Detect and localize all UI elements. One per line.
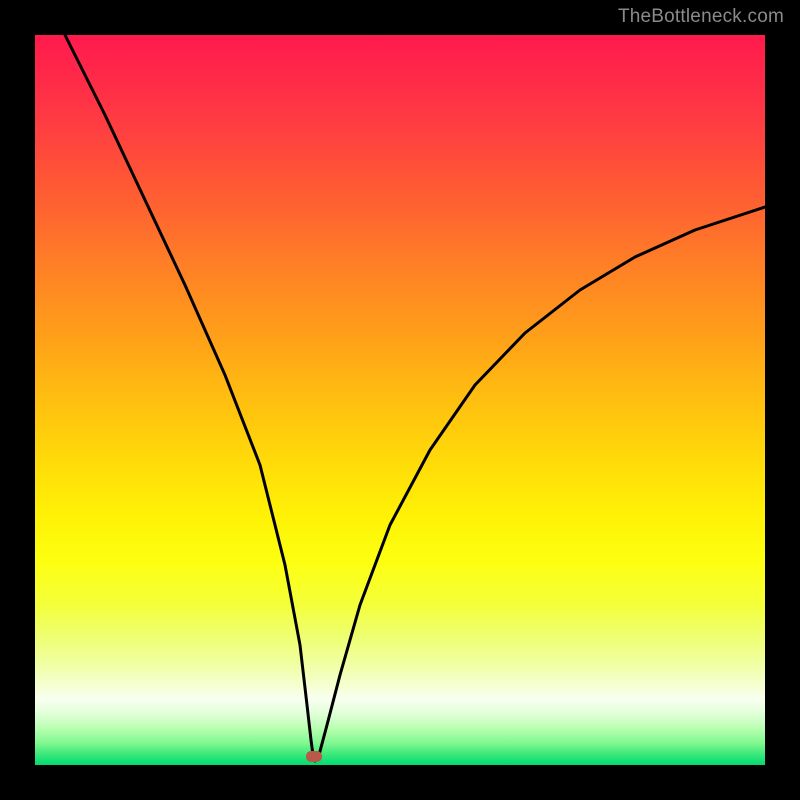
plot-area: [35, 35, 765, 765]
chart-frame: TheBottleneck.com: [0, 0, 800, 800]
bottleneck-curve: [35, 35, 765, 765]
watermark-text: TheBottleneck.com: [618, 6, 784, 28]
optimal-marker: [306, 751, 322, 762]
